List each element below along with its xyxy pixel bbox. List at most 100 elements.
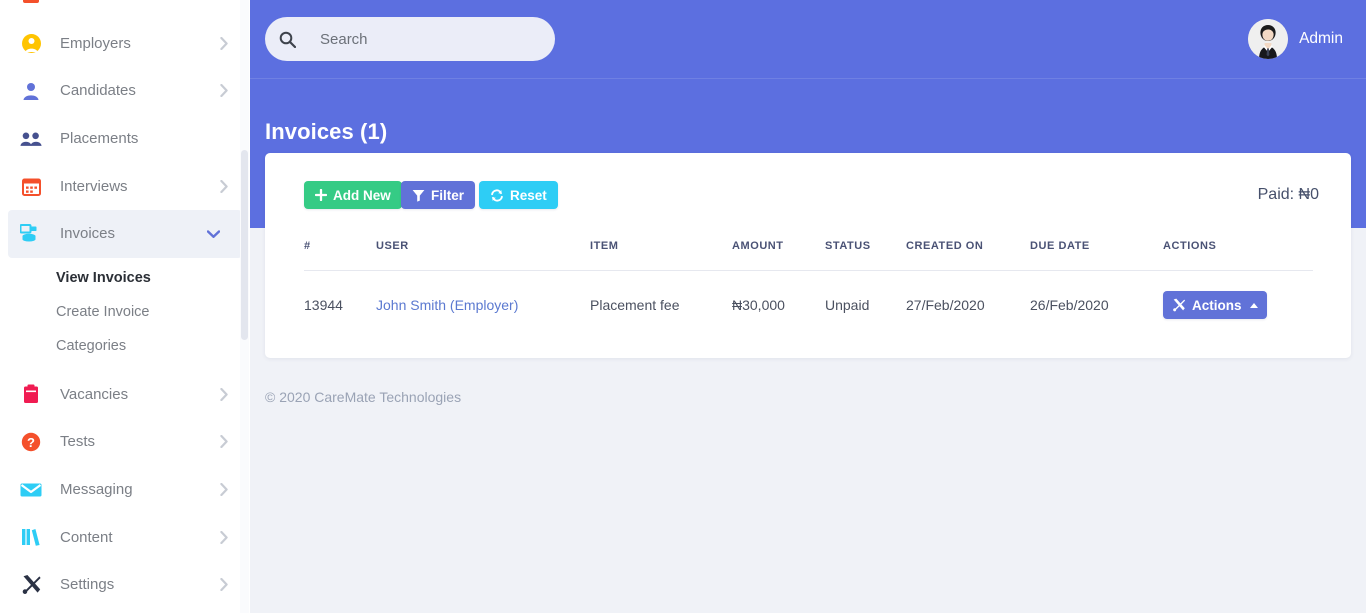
sidebar-scroll-content: Orders Employers bbox=[0, 0, 249, 609]
funnel-icon bbox=[412, 189, 425, 202]
invoices-icon bbox=[20, 223, 42, 245]
search-input[interactable] bbox=[318, 29, 528, 49]
candidate-icon bbox=[20, 80, 42, 102]
card-toolbar: Add New Filter Reset Paid: ₦0 bbox=[265, 153, 1351, 237]
employer-icon bbox=[20, 32, 42, 54]
paid-total: Paid: ₦0 bbox=[1257, 186, 1319, 203]
sidebar-item-label: Settings bbox=[60, 576, 115, 594]
invoices-table-wrapper: # USER ITEM AMOUNT STATUS CREATED ON DUE… bbox=[304, 240, 1313, 341]
caret-up-icon bbox=[1249, 302, 1258, 308]
sidebar-subitem-create-invoice[interactable]: Create Invoice bbox=[0, 295, 249, 329]
sidebar-item-vacancies[interactable]: Vacancies bbox=[0, 371, 249, 419]
sidebar-scrollbar-track[interactable] bbox=[240, 0, 249, 613]
cell-actions: Actions bbox=[1163, 271, 1313, 342]
sidebar-item-label: Orders bbox=[60, 0, 228, 4]
sidebar: Orders Employers bbox=[0, 0, 250, 613]
sidebar-item-invoices[interactable]: Invoices bbox=[8, 209, 242, 258]
chevron-right-icon bbox=[220, 483, 228, 497]
sidebar-item-settings[interactable]: Settings bbox=[0, 561, 249, 609]
sidebar-subitem-view-invoices[interactable]: View Invoices bbox=[0, 261, 249, 295]
table-body: 13944 John Smith (Employer) Placement fe… bbox=[304, 271, 1313, 342]
profile-name: Admin bbox=[1299, 30, 1343, 47]
sidebar-item-interviews[interactable]: Interviews bbox=[0, 162, 249, 210]
orders-icon bbox=[20, 0, 42, 7]
sidebar-item-label: Placements bbox=[60, 130, 139, 148]
app-root: Orders Employers bbox=[0, 0, 1366, 613]
sidebar-item-content[interactable]: Content bbox=[0, 513, 249, 561]
chevron-down-icon bbox=[207, 230, 220, 238]
chevron-right-icon bbox=[220, 530, 228, 544]
add-new-label: Add New bbox=[333, 187, 391, 203]
chevron-right-icon bbox=[220, 435, 228, 449]
user-link[interactable]: John Smith (Employer) bbox=[376, 297, 518, 313]
header-divider bbox=[250, 78, 1366, 79]
sidebar-scrollbar-thumb[interactable] bbox=[241, 150, 248, 340]
table-row: 13944 John Smith (Employer) Placement fe… bbox=[304, 271, 1313, 342]
column-header-status[interactable]: STATUS bbox=[825, 240, 906, 271]
sidebar-subitem-label: View Invoices bbox=[56, 269, 151, 286]
cell-item: Placement fee bbox=[590, 297, 680, 313]
chevron-right-icon bbox=[220, 179, 228, 193]
cell-status: Unpaid bbox=[825, 297, 870, 313]
cell-amount: ₦30,000 bbox=[732, 297, 785, 313]
sidebar-item-label: Candidates bbox=[60, 82, 136, 100]
chevron-right-icon bbox=[220, 84, 228, 98]
sidebar-item-candidates[interactable]: Candidates bbox=[0, 67, 249, 115]
tools-icon bbox=[20, 574, 42, 596]
reset-button[interactable]: Reset bbox=[479, 181, 558, 209]
chevron-right-icon bbox=[220, 387, 228, 401]
search-icon bbox=[279, 31, 296, 48]
cell-number: 13944 bbox=[304, 297, 343, 313]
filter-label: Filter bbox=[431, 187, 465, 203]
avatar bbox=[1248, 19, 1289, 59]
sidebar-subitem-label: Create Invoice bbox=[56, 303, 150, 320]
column-header-actions[interactable]: ACTIONS bbox=[1163, 240, 1313, 271]
sidebar-item-label: Interviews bbox=[60, 177, 128, 195]
column-header-amount[interactable]: AMOUNT bbox=[732, 240, 825, 271]
actions-label: Actions bbox=[1192, 297, 1242, 313]
column-header-user[interactable]: USER bbox=[376, 240, 590, 271]
sidebar-item-label: Vacancies bbox=[60, 385, 129, 403]
tools-icon bbox=[1172, 298, 1186, 312]
plus-icon bbox=[315, 189, 327, 201]
add-new-button[interactable]: Add New bbox=[304, 181, 402, 209]
sidebar-item-label: Tests bbox=[60, 433, 96, 451]
sidebar-item-messaging[interactable]: Messaging bbox=[0, 466, 249, 514]
invoices-table: # USER ITEM AMOUNT STATUS CREATED ON DUE… bbox=[304, 240, 1313, 341]
invoices-card: Add New Filter Reset Paid: ₦0 # USER ITE… bbox=[265, 153, 1351, 358]
calendar-icon bbox=[20, 175, 42, 197]
main-content: Admin Invoices (1) Add New Filter bbox=[250, 0, 1366, 613]
sidebar-item-tests[interactable]: ? Tests bbox=[0, 418, 249, 466]
column-header-item[interactable]: ITEM bbox=[590, 240, 732, 271]
profile-menu[interactable]: Admin bbox=[1248, 19, 1343, 59]
page-title: Invoices (1) bbox=[265, 118, 388, 144]
envelope-icon bbox=[20, 479, 42, 501]
chevron-right-icon bbox=[220, 578, 228, 592]
sidebar-item-orders[interactable]: Orders bbox=[0, 0, 249, 20]
sidebar-subitem-categories[interactable]: Categories bbox=[0, 329, 249, 363]
actions-dropdown-button[interactable]: Actions bbox=[1163, 291, 1267, 319]
sidebar-submenu-invoices: View Invoices Create Invoice Categories bbox=[0, 258, 249, 371]
clipboard-icon bbox=[20, 383, 42, 405]
cell-user: John Smith (Employer) bbox=[376, 271, 590, 342]
column-header-due-date[interactable]: DUE DATE bbox=[1030, 240, 1163, 271]
column-header-created-on[interactable]: CREATED ON bbox=[906, 240, 1030, 271]
placements-icon bbox=[20, 128, 42, 150]
sidebar-subitem-label: Categories bbox=[56, 337, 127, 354]
footer-copyright: © 2020 CareMate Technologies bbox=[265, 389, 462, 405]
books-icon bbox=[20, 526, 42, 548]
table-head: # USER ITEM AMOUNT STATUS CREATED ON DUE… bbox=[304, 240, 1313, 271]
question-icon: ? bbox=[20, 431, 42, 453]
sidebar-item-label: Employers bbox=[60, 34, 131, 52]
reset-label: Reset bbox=[510, 187, 547, 203]
sidebar-item-label: Content bbox=[60, 528, 113, 546]
column-header-number[interactable]: # bbox=[304, 240, 376, 271]
search-box[interactable] bbox=[265, 17, 555, 61]
filter-button[interactable]: Filter bbox=[401, 181, 476, 209]
sidebar-item-placements[interactable]: Placements bbox=[0, 115, 249, 163]
sidebar-item-label: Invoices bbox=[60, 225, 116, 243]
table-header-row: # USER ITEM AMOUNT STATUS CREATED ON DUE… bbox=[304, 240, 1313, 271]
sidebar-item-label: Messaging bbox=[60, 481, 133, 499]
sidebar-item-employers[interactable]: Employers bbox=[0, 20, 249, 68]
svg-text:?: ? bbox=[27, 435, 35, 450]
